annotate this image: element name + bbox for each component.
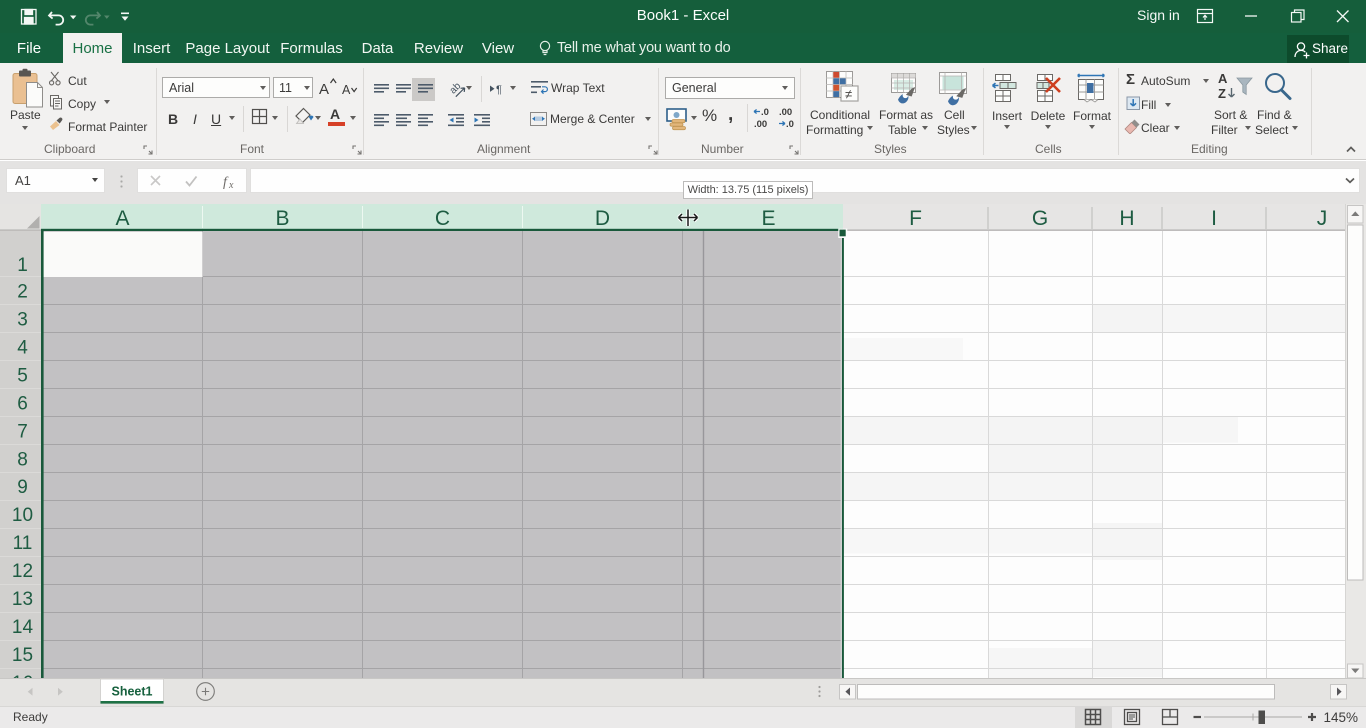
svg-text:Z: Z [1218, 86, 1226, 101]
svg-text:.00: .00 [779, 107, 792, 118]
svg-text:.00: .00 [754, 119, 767, 130]
svg-text:9: 9 [17, 477, 28, 498]
svg-text:14: 14 [12, 617, 34, 638]
svg-text:Sheet1: Sheet1 [112, 685, 153, 699]
svg-text:3: 3 [17, 310, 28, 331]
svg-text:2: 2 [17, 282, 28, 303]
svg-text:H: H [1119, 207, 1134, 230]
svg-text:A: A [115, 207, 129, 230]
svg-text:D: D [595, 207, 610, 230]
svg-text:G: G [1032, 207, 1048, 230]
svg-text:E: E [761, 207, 775, 230]
svg-text:6: 6 [17, 393, 28, 414]
svg-text:J: J [1317, 207, 1328, 230]
svg-text:4: 4 [17, 337, 28, 358]
svg-text:13: 13 [12, 589, 33, 610]
svg-text:11: 11 [13, 533, 33, 554]
svg-text:x: x [228, 180, 234, 191]
svg-text:1: 1 [17, 255, 28, 276]
svg-text:F: F [909, 207, 922, 230]
svg-text:A: A [342, 83, 351, 97]
svg-text:.0: .0 [761, 107, 769, 118]
svg-text:A: A [319, 81, 329, 98]
svg-text:8: 8 [17, 449, 28, 470]
svg-text:≠: ≠ [845, 87, 852, 102]
svg-text:12: 12 [12, 561, 33, 582]
svg-text:15: 15 [12, 645, 33, 666]
svg-text:A: A [1218, 71, 1228, 86]
svg-text:I: I [1211, 207, 1217, 230]
svg-text:.0: .0 [786, 119, 794, 130]
svg-text:145%: 145% [1323, 709, 1358, 724]
svg-text:7: 7 [17, 421, 28, 442]
svg-text:B: B [275, 207, 289, 230]
svg-text:¶: ¶ [496, 84, 502, 96]
svg-text:10: 10 [12, 505, 33, 526]
svg-text:5: 5 [17, 365, 28, 386]
svg-text:C: C [435, 207, 450, 230]
